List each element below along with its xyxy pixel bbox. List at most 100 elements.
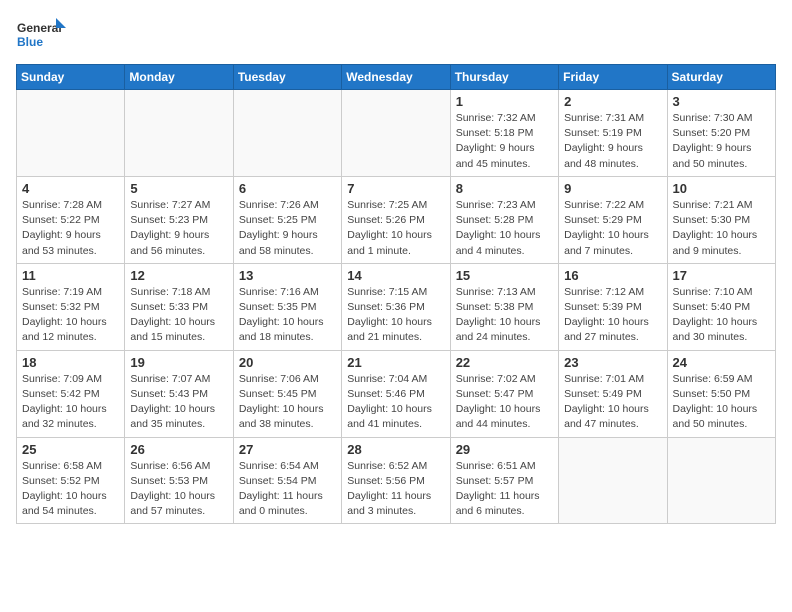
calendar-week-row: 4Sunrise: 7:28 AMSunset: 5:22 PMDaylight… <box>17 176 776 263</box>
day-number: 4 <box>22 181 119 196</box>
day-number: 26 <box>130 442 227 457</box>
calendar-cell: 8 Sunrise: 7:23 AMSunset: 5:28 PMDaylight… <box>450 176 558 263</box>
calendar-header-row: SundayMondayTuesdayWednesdayThursdayFrid… <box>17 65 776 90</box>
day-number: 16 <box>564 268 661 283</box>
calendar-cell <box>667 437 775 524</box>
calendar-cell: 26 Sunrise: 6:56 AMSunset: 5:53 PMDayligh… <box>125 437 233 524</box>
calendar-cell: 22 Sunrise: 7:02 AMSunset: 5:47 PMDayligh… <box>450 350 558 437</box>
day-info: Sunrise: 7:10 AMSunset: 5:40 PMDaylight:… <box>673 285 770 346</box>
calendar-cell: 11 Sunrise: 7:19 AMSunset: 5:32 PMDayligh… <box>17 263 125 350</box>
day-number: 28 <box>347 442 444 457</box>
day-info: Sunrise: 7:02 AMSunset: 5:47 PMDaylight:… <box>456 372 553 433</box>
col-header-friday: Friday <box>559 65 667 90</box>
calendar-cell: 25Sunrise: 6:58 AMSunset: 5:52 PMDayligh… <box>17 437 125 524</box>
day-info: Sunrise: 7:16 AMSunset: 5:35 PMDaylight:… <box>239 285 336 346</box>
day-number: 2 <box>564 94 661 109</box>
calendar-week-row: 18 Sunrise: 7:09 AMSunset: 5:42 PMDayligh… <box>17 350 776 437</box>
day-number: 21 <box>347 355 444 370</box>
day-info: Sunrise: 7:04 AMSunset: 5:46 PMDaylight:… <box>347 372 444 433</box>
day-info: Sunrise: 6:52 AMSunset: 5:56 PMDaylight:… <box>347 459 444 520</box>
day-number: 9 <box>564 181 661 196</box>
day-number: 20 <box>239 355 336 370</box>
day-number: 14 <box>347 268 444 283</box>
calendar-cell: 7Sunrise: 7:25 AMSunset: 5:26 PMDaylight… <box>342 176 450 263</box>
day-info: Sunrise: 7:26 AMSunset: 5:25 PMDaylight:… <box>239 198 336 259</box>
day-number: 8 <box>456 181 553 196</box>
logo: General Blue <box>16 16 66 56</box>
col-header-monday: Monday <box>125 65 233 90</box>
calendar-week-row: 11 Sunrise: 7:19 AMSunset: 5:32 PMDayligh… <box>17 263 776 350</box>
day-info: Sunrise: 7:19 AMSunset: 5:32 PMDaylight:… <box>22 285 119 346</box>
day-number: 24 <box>673 355 770 370</box>
day-info: Sunrise: 7:25 AMSunset: 5:26 PMDaylight:… <box>347 198 444 259</box>
col-header-wednesday: Wednesday <box>342 65 450 90</box>
calendar-cell: 24 Sunrise: 6:59 AMSunset: 5:50 PMDayligh… <box>667 350 775 437</box>
calendar-cell: 9 Sunrise: 7:22 AMSunset: 5:29 PMDaylight… <box>559 176 667 263</box>
calendar-cell: 12 Sunrise: 7:18 AMSunset: 5:33 PMDayligh… <box>125 263 233 350</box>
day-number: 6 <box>239 181 336 196</box>
day-info: Sunrise: 6:56 AMSunset: 5:53 PMDaylight:… <box>130 459 227 520</box>
day-number: 18 <box>22 355 119 370</box>
day-info: Sunrise: 7:01 AMSunset: 5:49 PMDaylight:… <box>564 372 661 433</box>
day-info: Sunrise: 7:23 AMSunset: 5:28 PMDaylight:… <box>456 198 553 259</box>
calendar-cell <box>559 437 667 524</box>
day-info: Sunrise: 7:32 AMSunset: 5:18 PMDaylight:… <box>456 111 553 172</box>
day-number: 5 <box>130 181 227 196</box>
day-number: 25 <box>22 442 119 457</box>
day-info: Sunrise: 7:18 AMSunset: 5:33 PMDaylight:… <box>130 285 227 346</box>
calendar-cell: 10 Sunrise: 7:21 AMSunset: 5:30 PMDayligh… <box>667 176 775 263</box>
col-header-saturday: Saturday <box>667 65 775 90</box>
calendar-cell: 16Sunrise: 7:12 AMSunset: 5:39 PMDayligh… <box>559 263 667 350</box>
day-info: Sunrise: 7:13 AMSunset: 5:38 PMDaylight:… <box>456 285 553 346</box>
svg-text:General: General <box>17 21 62 35</box>
day-info: Sunrise: 7:06 AMSunset: 5:45 PMDaylight:… <box>239 372 336 433</box>
day-number: 13 <box>239 268 336 283</box>
calendar-cell: 4Sunrise: 7:28 AMSunset: 5:22 PMDaylight… <box>17 176 125 263</box>
logo-svg: General Blue <box>16 16 66 56</box>
calendar-cell: 20 Sunrise: 7:06 AMSunset: 5:45 PMDayligh… <box>233 350 341 437</box>
calendar-cell <box>125 90 233 177</box>
calendar-week-row: 25Sunrise: 6:58 AMSunset: 5:52 PMDayligh… <box>17 437 776 524</box>
day-number: 23 <box>564 355 661 370</box>
day-info: Sunrise: 6:59 AMSunset: 5:50 PMDaylight:… <box>673 372 770 433</box>
calendar-cell: 19 Sunrise: 7:07 AMSunset: 5:43 PMDayligh… <box>125 350 233 437</box>
day-number: 17 <box>673 268 770 283</box>
col-header-tuesday: Tuesday <box>233 65 341 90</box>
day-info: Sunrise: 6:54 AMSunset: 5:54 PMDaylight:… <box>239 459 336 520</box>
day-info: Sunrise: 7:15 AMSunset: 5:36 PMDaylight:… <box>347 285 444 346</box>
day-number: 15 <box>456 268 553 283</box>
day-info: Sunrise: 7:30 AMSunset: 5:20 PMDaylight:… <box>673 111 770 172</box>
day-number: 10 <box>673 181 770 196</box>
day-number: 19 <box>130 355 227 370</box>
calendar-cell: 17 Sunrise: 7:10 AMSunset: 5:40 PMDayligh… <box>667 263 775 350</box>
day-number: 3 <box>673 94 770 109</box>
day-number: 22 <box>456 355 553 370</box>
day-info: Sunrise: 7:22 AMSunset: 5:29 PMDaylight:… <box>564 198 661 259</box>
day-info: Sunrise: 6:51 AMSunset: 5:57 PMDaylight:… <box>456 459 553 520</box>
col-header-sunday: Sunday <box>17 65 125 90</box>
calendar-cell: 13 Sunrise: 7:16 AMSunset: 5:35 PMDayligh… <box>233 263 341 350</box>
calendar-cell <box>342 90 450 177</box>
calendar-cell <box>233 90 341 177</box>
calendar-cell: 14 Sunrise: 7:15 AMSunset: 5:36 PMDayligh… <box>342 263 450 350</box>
calendar-week-row: 1 Sunrise: 7:32 AMSunset: 5:18 PMDaylight… <box>17 90 776 177</box>
calendar-cell: 2Sunrise: 7:31 AMSunset: 5:19 PMDaylight… <box>559 90 667 177</box>
calendar-table: SundayMondayTuesdayWednesdayThursdayFrid… <box>16 64 776 524</box>
day-info: Sunrise: 7:21 AMSunset: 5:30 PMDaylight:… <box>673 198 770 259</box>
svg-text:Blue: Blue <box>17 35 43 49</box>
calendar-cell: 3 Sunrise: 7:30 AMSunset: 5:20 PMDaylight… <box>667 90 775 177</box>
calendar-cell: 6 Sunrise: 7:26 AMSunset: 5:25 PMDaylight… <box>233 176 341 263</box>
calendar-cell: 28 Sunrise: 6:52 AMSunset: 5:56 PMDayligh… <box>342 437 450 524</box>
day-number: 1 <box>456 94 553 109</box>
page-header: General Blue <box>16 16 776 56</box>
day-number: 12 <box>130 268 227 283</box>
calendar-cell: 15 Sunrise: 7:13 AMSunset: 5:38 PMDayligh… <box>450 263 558 350</box>
calendar-cell: 29Sunrise: 6:51 AMSunset: 5:57 PMDayligh… <box>450 437 558 524</box>
day-info: Sunrise: 7:07 AMSunset: 5:43 PMDaylight:… <box>130 372 227 433</box>
day-number: 11 <box>22 268 119 283</box>
calendar-cell: 21 Sunrise: 7:04 AMSunset: 5:46 PMDayligh… <box>342 350 450 437</box>
calendar-cell <box>17 90 125 177</box>
day-number: 27 <box>239 442 336 457</box>
calendar-cell: 27 Sunrise: 6:54 AMSunset: 5:54 PMDayligh… <box>233 437 341 524</box>
day-info: Sunrise: 7:09 AMSunset: 5:42 PMDaylight:… <box>22 372 119 433</box>
